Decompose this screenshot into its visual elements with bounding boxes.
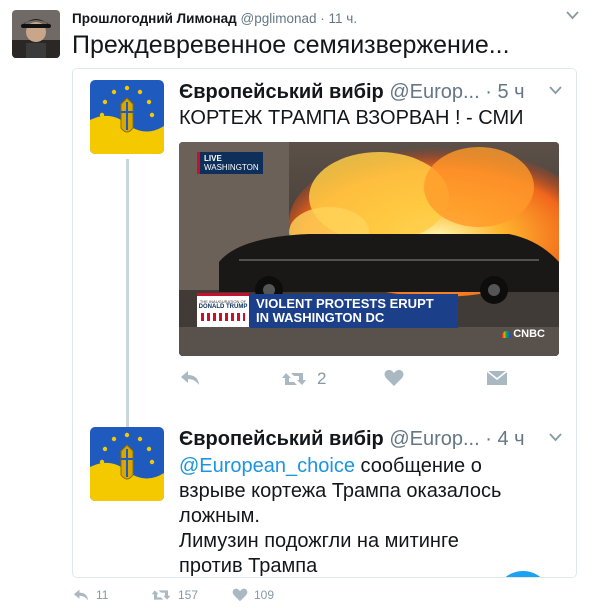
quoted-time[interactable]: 5 ч (497, 81, 524, 103)
chevron-down-icon[interactable] (566, 11, 579, 23)
time-separator: · (320, 11, 325, 26)
reply-button[interactable]: 11 (72, 588, 108, 602)
live-label: LIVE (204, 154, 222, 163)
tweet-header: Прошлогодний Лимонад @pglimonad · 11 ч. (72, 11, 357, 27)
reply-icon (74, 589, 88, 601)
quoted-tweet-text: КОРТЕЖ ТРАМПА ВЗОРВАН ! - СМИ (179, 107, 524, 129)
quoted-avatar[interactable] (90, 427, 164, 501)
quoted-time[interactable]: 4 ч (497, 428, 524, 450)
quoted-header: Європейський вибір @Europ... · 5 ч (179, 80, 525, 104)
banner-name-label: DONALD TRUMP (198, 304, 248, 310)
quoted-author-handle[interactable]: @Europ... (389, 81, 479, 103)
inauguration-banner: THE INAUGURATION OF DONALD TRUMP (197, 293, 249, 327)
peacock-icon (502, 330, 512, 338)
network-logo: CNBC (502, 328, 545, 340)
quoted-avatar[interactable] (90, 80, 164, 154)
reply-icon[interactable] (179, 369, 201, 387)
author-name[interactable]: Прошлогодний Лимонад (72, 11, 237, 26)
quoted-thread-card[interactable]: Європейський вибір @Europ... · 5 ч КОРТЕ… (72, 68, 577, 578)
retweet-count: 157 (178, 588, 199, 602)
live-badge: LIVE WASHINGTON (197, 152, 263, 174)
video-thumbnail[interactable]: LIVE WASHINGTON THE INAUGURATION OF DONA… (179, 142, 559, 356)
headline-line2: IN WASHINGTON DC (256, 310, 385, 325)
mention-link[interactable]: @European_choice (179, 455, 355, 477)
like-count: 109 (254, 588, 275, 602)
quoted-header: Європейський вибір @Europ... · 4 ч (179, 427, 525, 451)
quoted-author-name[interactable]: Європейський вибір (179, 428, 384, 450)
retweet-icon (282, 373, 306, 385)
tweet-text: Преждевревенное семяизвержение... (72, 31, 510, 59)
reply-count: 11 (96, 588, 109, 602)
network-name: CNBC (513, 328, 545, 340)
user-avatar[interactable] (12, 10, 60, 58)
quoted-author-name[interactable]: Європейський вибір (179, 81, 384, 103)
like-icon[interactable] (384, 369, 404, 387)
retweet-button[interactable]: 2 (281, 369, 326, 389)
chevron-down-icon[interactable] (549, 433, 562, 445)
quoted-tweet-text-line2: Лимузин подожгли на митинге против Трамп… (179, 530, 459, 577)
quoted-tweet-text: @European_choice сообщение о взрыве корт… (179, 454, 509, 529)
news-headline: VIOLENT PROTESTS ERUPT IN WASHINGTON DC (250, 294, 458, 328)
location-label: WASHINGTON (204, 163, 259, 172)
time-separator: · (485, 428, 492, 450)
author-handle[interactable]: @pglimonad (241, 11, 317, 26)
quoted-author-handle[interactable]: @Europ... (389, 428, 479, 450)
like-icon (232, 588, 248, 602)
retweet-count: 2 (317, 369, 327, 388)
retweet-icon (151, 590, 171, 600)
like-button[interactable]: 109 (232, 588, 274, 602)
time-separator: · (485, 81, 492, 103)
tweet-time[interactable]: 11 ч. (329, 11, 358, 26)
chevron-down-icon[interactable] (549, 86, 562, 98)
quoted-actions: 2 (179, 369, 519, 395)
headline-line1: VIOLENT PROTESTS ERUPT (256, 296, 434, 311)
retweet-button[interactable]: 157 (150, 588, 198, 602)
message-icon[interactable] (486, 369, 508, 387)
flag-stripes (201, 313, 245, 321)
